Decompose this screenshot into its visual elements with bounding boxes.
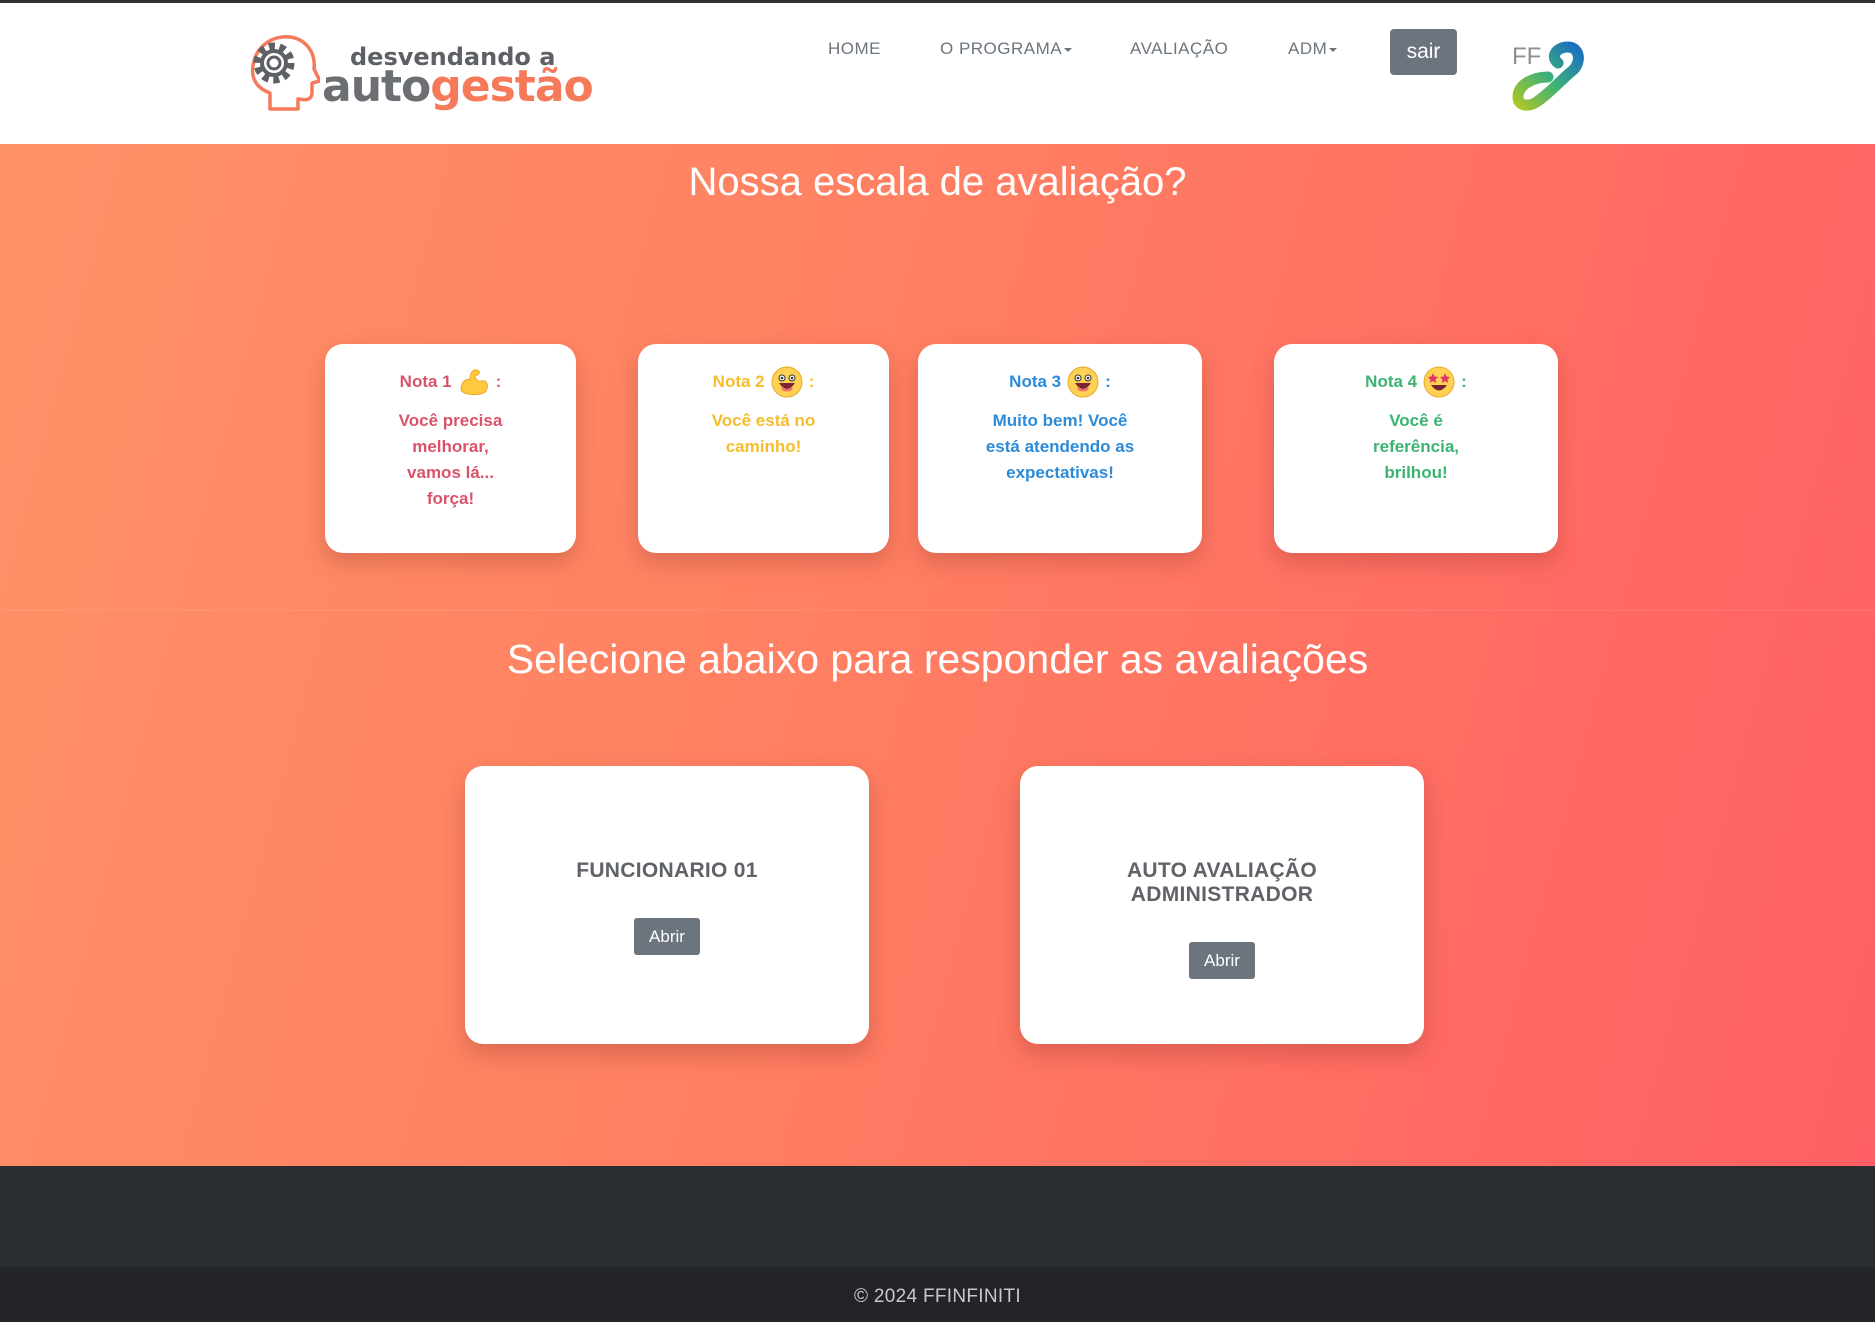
evaluation-card-title: AUTO AVALIAÇÃO ADMINISTRADOR — [1126, 859, 1318, 906]
scale-card-heading: Nota 4 : — [1274, 366, 1558, 398]
logout-button[interactable]: sair — [1390, 29, 1457, 75]
caret-down-icon — [1329, 47, 1338, 52]
scale-card-2: Nota 2 : Você está no caminho! — [638, 344, 889, 553]
nav-avaliacao[interactable]: AVALIAÇÃO — [1130, 39, 1228, 59]
scale-card-text: Você é referência, brilhou! — [1373, 411, 1459, 482]
open-button[interactable]: Abrir — [634, 918, 700, 955]
scale-card-3: Nota 3 : Muito bem! Você está atendendo … — [918, 344, 1202, 553]
evaluation-card-2: AUTO AVALIAÇÃO ADMINISTRADOR Abrir — [1020, 766, 1424, 1044]
svg-text:FF: FF — [1512, 43, 1541, 70]
scale-title: Nossa escala de avaliação? — [688, 160, 1187, 204]
star-struck-icon — [1423, 366, 1455, 398]
footer — [0, 1166, 1875, 1267]
main-section: Nossa escala de avaliação? Nota 1 : Você… — [0, 144, 1875, 1166]
scale-card-text: Você está no caminho! — [711, 411, 816, 456]
flexed-biceps-icon — [458, 366, 490, 398]
scale-card-4: Nota 4 : Você é referência, brilhou! — [1274, 344, 1558, 553]
scale-card-1: Nota 1 : Você precisa melhorar, vamos lá… — [325, 344, 576, 553]
copyright-text: © 2024 FFINFINITI — [854, 1286, 1021, 1307]
logo-title: autogestão — [322, 61, 594, 112]
grinning-face-icon — [1067, 366, 1099, 398]
grinning-face-icon — [771, 366, 803, 398]
section-divider — [0, 609, 1875, 611]
header: desvendando a autogestão HOME O PROGRAMA… — [0, 3, 1875, 144]
partner-logo[interactable]: FF — [1506, 37, 1590, 113]
evaluation-card-title: FUNCIONARIO 01 — [576, 859, 758, 882]
scale-card-text: Você precisa melhorar, vamos lá... força… — [398, 411, 503, 508]
evaluations-title: Selecione abaixo para responder as avali… — [506, 636, 1369, 682]
caret-down-icon — [1064, 47, 1073, 52]
scale-card-heading: Nota 1 : — [325, 366, 576, 398]
gear-head-icon — [250, 35, 320, 111]
nav-programa[interactable]: O PROGRAMA — [940, 39, 1073, 59]
site-logo[interactable]: desvendando a autogestão — [248, 31, 594, 121]
scale-card-heading: Nota 3 : — [918, 366, 1202, 398]
open-button[interactable]: Abrir — [1189, 942, 1255, 979]
nav-home[interactable]: HOME — [828, 39, 881, 59]
scale-card-text: Muito bem! Você está atendendo as expect… — [985, 411, 1135, 482]
evaluation-card-1: FUNCIONARIO 01 Abrir — [465, 766, 869, 1044]
nav-adm[interactable]: ADM — [1288, 39, 1338, 59]
scale-card-heading: Nota 2 : — [638, 366, 889, 398]
